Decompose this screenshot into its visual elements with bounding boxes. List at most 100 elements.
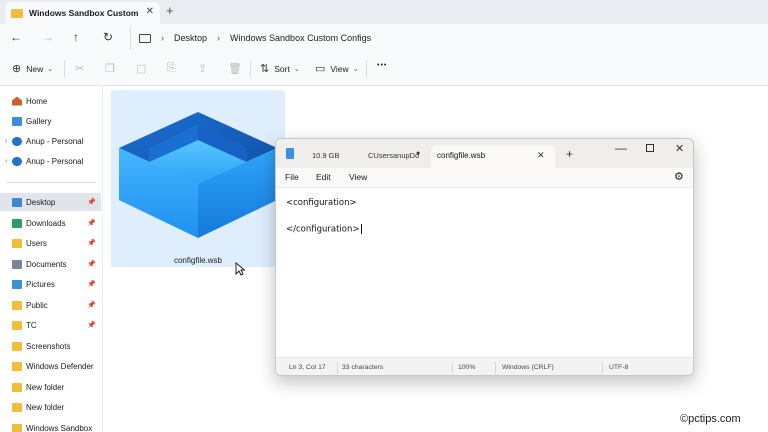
folder-icon bbox=[12, 361, 22, 371]
cut-icon[interactable]: ✂ bbox=[75, 62, 84, 75]
settings-gear-icon[interactable]: ⚙ bbox=[674, 170, 684, 183]
menu-edit[interactable]: Edit bbox=[316, 172, 331, 182]
refresh-icon[interactable]: ↻ bbox=[103, 30, 113, 44]
text-caret bbox=[360, 224, 362, 234]
folder-icon bbox=[12, 382, 22, 392]
address-bar-row: ← → ↑ ↻ › Desktop › Windows Sandbox Cust… bbox=[0, 24, 768, 52]
view-button-label: View bbox=[330, 63, 349, 74]
breadcrumb-desktop[interactable]: Desktop bbox=[174, 33, 207, 43]
sidebar-item-new-folder[interactable]: New folder bbox=[0, 398, 101, 416]
chevron-right-icon[interactable]: › bbox=[217, 33, 220, 43]
sidebar-item-public[interactable]: Public 📌 bbox=[0, 296, 101, 314]
sidebar-item-screenshots[interactable]: Screenshots bbox=[0, 337, 101, 355]
close-tab-icon[interactable]: ✕ bbox=[537, 150, 545, 161]
sidebar-item-label: Users bbox=[26, 238, 47, 248]
sidebar-item-label: Anup - Personal bbox=[26, 156, 84, 166]
sidebar-item-label: New folder bbox=[26, 382, 65, 392]
documents-icon bbox=[12, 259, 22, 269]
divider bbox=[337, 362, 338, 374]
chevron-down-icon: ⌄ bbox=[293, 65, 300, 73]
status-line-endings[interactable]: Windows (CRLF) bbox=[502, 364, 554, 371]
notepad-status-bar: Ln 3, Col 17 33 characters 100% Windows … bbox=[276, 357, 693, 375]
sidebar-item-desktop[interactable]: Desktop 📌 bbox=[0, 193, 101, 211]
chevron-down-icon: ⌄ bbox=[47, 65, 54, 73]
sidebar-item-label: Anup - Personal bbox=[26, 136, 84, 146]
sidebar-item-documents[interactable]: Documents 📌 bbox=[0, 255, 101, 273]
sidebar-item-onedrive-1[interactable]: › Anup - Personal bbox=[0, 132, 101, 150]
maximize-button[interactable] bbox=[646, 144, 654, 152]
view-icon: ▭ bbox=[315, 63, 326, 75]
menu-view[interactable]: View bbox=[349, 172, 367, 182]
paste-icon[interactable]: ▢ bbox=[136, 62, 146, 75]
view-button[interactable]: ▭ View ⌄ bbox=[315, 62, 359, 75]
up-arrow-icon[interactable]: ↑ bbox=[73, 30, 79, 44]
pin-icon[interactable]: 📌 bbox=[87, 321, 96, 329]
mouse-cursor-icon bbox=[235, 262, 245, 276]
desktop-icon bbox=[12, 197, 22, 207]
sidebar-item-downloads[interactable]: Downloads 📌 bbox=[0, 214, 101, 232]
editor-line: <configuration> bbox=[286, 198, 357, 208]
menu-file[interactable]: File bbox=[285, 172, 299, 182]
notepad-tab-label: configfile.wsb bbox=[437, 151, 486, 160]
this-pc-icon bbox=[139, 33, 151, 43]
file-item[interactable]: configfile.wsb bbox=[111, 90, 285, 276]
sidebar-item-onedrive-2[interactable]: › Anup - Personal bbox=[0, 152, 101, 170]
breadcrumb-current-folder[interactable]: Windows Sandbox Custom Configs bbox=[230, 33, 371, 43]
explorer-tab-strip: Windows Sandbox Custom Co ✕ + bbox=[0, 0, 768, 24]
pin-icon[interactable]: 📌 bbox=[87, 219, 96, 227]
status-cursor-position: Ln 3, Col 17 bbox=[289, 364, 326, 371]
sidebar-item-label: Downloads bbox=[26, 218, 66, 228]
windows-sandbox-file-icon bbox=[119, 112, 277, 238]
chevron-right-icon[interactable]: › bbox=[161, 33, 164, 43]
sidebar-item-windows-defender[interactable]: Windows Defender bbox=[0, 357, 101, 375]
notepad-tab[interactable]: 10.9 GB bbox=[312, 151, 340, 160]
sidebar-item-pictures[interactable]: Pictures 📌 bbox=[0, 275, 101, 293]
sidebar-item-users[interactable]: Users 📌 bbox=[0, 234, 101, 252]
pin-icon[interactable]: 📌 bbox=[87, 239, 96, 247]
copy-icon[interactable]: ❐ bbox=[105, 62, 115, 75]
sidebar-item-new-folder[interactable]: New folder bbox=[0, 378, 101, 396]
status-character-count: 33 characters bbox=[342, 364, 384, 371]
new-tab-button[interactable]: + bbox=[166, 3, 174, 18]
navigation-pane: Home Gallery › Anup - Personal › Anup - … bbox=[0, 86, 103, 432]
sidebar-item-gallery[interactable]: Gallery bbox=[0, 112, 101, 130]
share-icon[interactable]: ⇪ bbox=[198, 62, 207, 75]
pin-icon[interactable]: 📌 bbox=[87, 280, 96, 288]
pin-icon[interactable]: 📌 bbox=[87, 260, 96, 268]
close-window-button[interactable]: ✕ bbox=[675, 142, 684, 155]
new-button[interactable]: ⊕ New ⌄ bbox=[12, 62, 53, 75]
folder-icon bbox=[12, 320, 22, 330]
status-encoding[interactable]: UTF-8 bbox=[609, 364, 628, 371]
new-tab-button[interactable]: + bbox=[566, 147, 573, 161]
editor-line-with-caret: </configuration> bbox=[286, 224, 362, 235]
sidebar-item-label: Windows Sandbox bbox=[26, 423, 93, 432]
notepad-tab-active[interactable]: configfile.wsb ✕ bbox=[431, 145, 555, 168]
sidebar-item-windows-sandbox[interactable]: Windows Sandbox bbox=[0, 419, 101, 432]
sidebar-item-label: Home bbox=[26, 96, 48, 106]
status-zoom[interactable]: 100% bbox=[458, 364, 475, 371]
notepad-menu-bar: File Edit View ⚙ bbox=[276, 168, 693, 188]
breadcrumb[interactable]: › Desktop › Windows Sandbox Custom Confi… bbox=[130, 26, 768, 50]
sidebar-item-home[interactable]: Home bbox=[0, 92, 101, 110]
divider bbox=[495, 362, 496, 374]
close-tab-icon[interactable]: ✕ bbox=[146, 6, 154, 17]
editor-line: </configuration> bbox=[286, 224, 360, 235]
sidebar-item-label: Gallery bbox=[26, 116, 52, 126]
divider bbox=[602, 362, 603, 374]
forward-arrow-icon[interactable]: → bbox=[42, 30, 54, 44]
pin-icon[interactable]: 📌 bbox=[87, 301, 96, 309]
sidebar-item-tc[interactable]: TC 📌 bbox=[0, 316, 101, 334]
explorer-tab[interactable]: Windows Sandbox Custom Co ✕ bbox=[5, 2, 160, 24]
divider bbox=[452, 362, 453, 374]
chevron-right-icon[interactable]: › bbox=[0, 138, 12, 145]
minimize-button[interactable]: — bbox=[615, 141, 627, 155]
chevron-right-icon[interactable]: › bbox=[0, 158, 12, 165]
rename-icon[interactable]: ⎘ bbox=[167, 62, 176, 75]
sidebar-item-label: Screenshots bbox=[26, 341, 71, 351]
delete-icon[interactable]: 🗑 bbox=[228, 62, 242, 75]
back-arrow-icon[interactable]: ← bbox=[10, 30, 22, 44]
more-options-button[interactable]: ••• bbox=[377, 62, 387, 69]
notepad-text-editor[interactable]: <configuration> </configuration> bbox=[276, 188, 693, 355]
pin-icon[interactable]: 📌 bbox=[87, 198, 96, 206]
sort-button[interactable]: ⇅ Sort ⌄ bbox=[260, 62, 300, 75]
